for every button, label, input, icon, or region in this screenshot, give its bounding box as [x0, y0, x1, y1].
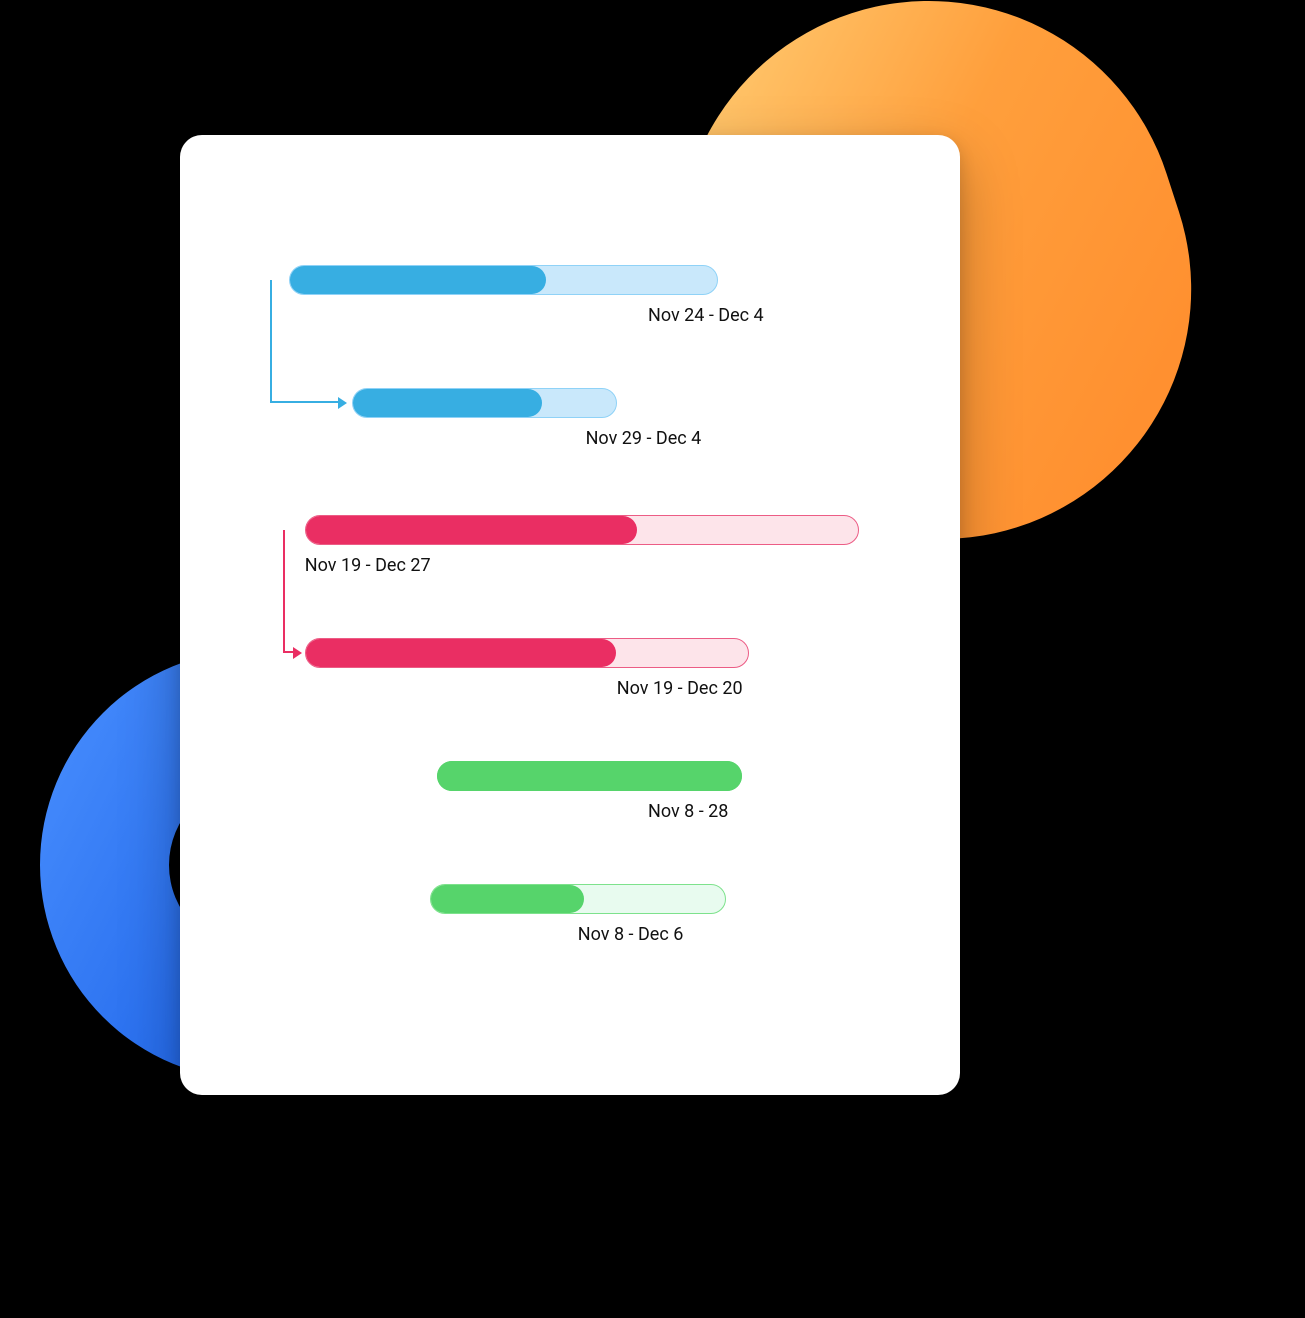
dependency-arrow-icon — [338, 397, 347, 409]
task-date-label: Nov 24 - Dec 4 — [648, 305, 764, 326]
gantt-chart: Nov 24 - Dec 4 Nov 29 - Dec 4 Nov 19 - D… — [180, 135, 960, 1095]
task-progress — [306, 516, 637, 544]
task-bar[interactable] — [305, 638, 750, 668]
task-progress — [306, 639, 616, 667]
task-date-label: Nov 29 - Dec 4 — [586, 428, 702, 449]
task-date-label: Nov 8 - Dec 6 — [578, 924, 684, 945]
task-bar[interactable] — [352, 388, 617, 418]
dependency-connector — [283, 530, 295, 653]
task-bar[interactable] — [437, 761, 741, 791]
task-date-label: Nov 8 - 28 — [648, 801, 728, 822]
task-bar[interactable] — [289, 265, 718, 295]
task-date-label: Nov 19 - Dec 27 — [305, 555, 431, 576]
task-date-label: Nov 19 - Dec 20 — [617, 678, 743, 699]
gantt-card: Nov 24 - Dec 4 Nov 29 - Dec 4 Nov 19 - D… — [180, 135, 960, 1095]
task-progress — [431, 885, 584, 913]
task-progress — [353, 389, 542, 417]
dependency-arrow-icon — [293, 647, 302, 659]
task-progress — [437, 761, 741, 791]
task-bar[interactable] — [430, 884, 726, 914]
task-bar[interactable] — [305, 515, 859, 545]
dependency-connector — [270, 280, 340, 403]
